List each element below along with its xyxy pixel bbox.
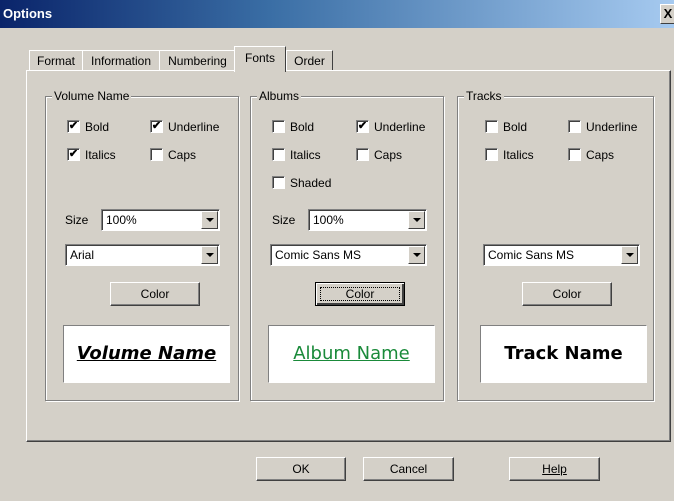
tracks-preview-text: Track Name bbox=[504, 343, 623, 364]
albums-size-select[interactable]: 100% bbox=[308, 209, 427, 231]
volume-preview: Volume Name bbox=[63, 325, 230, 383]
chevron-down-icon[interactable] bbox=[621, 246, 638, 264]
chevron-down-icon[interactable] bbox=[201, 246, 218, 264]
check-icon: ✔ bbox=[356, 120, 369, 133]
help-label: Help bbox=[542, 462, 567, 476]
ok-button[interactable]: OK bbox=[256, 457, 346, 481]
close-icon[interactable]: X bbox=[660, 4, 674, 24]
title-bar: Options X bbox=[0, 0, 674, 28]
check-icon: ✔ bbox=[67, 120, 80, 133]
volume-size-label: Size bbox=[65, 213, 89, 227]
volume-preview-text: Volume Name bbox=[76, 343, 217, 364]
tab-order[interactable]: Order bbox=[286, 50, 333, 71]
tab-numbering[interactable]: Numbering bbox=[159, 50, 236, 71]
chevron-down-icon[interactable] bbox=[408, 211, 425, 229]
window-title: Options bbox=[3, 6, 53, 21]
help-button[interactable]: Help bbox=[509, 457, 600, 481]
volume-font-select[interactable]: Arial bbox=[65, 244, 220, 266]
check-icon: ✔ bbox=[150, 120, 163, 133]
group-title-albums: Albums bbox=[257, 89, 302, 103]
tab-format[interactable]: Format bbox=[29, 50, 83, 71]
tracks-font-select[interactable]: Comic Sans MS bbox=[483, 244, 640, 266]
volume-size-select[interactable]: 100% bbox=[101, 209, 220, 231]
group-title-volume: Volume Name bbox=[52, 89, 132, 103]
chevron-down-icon[interactable] bbox=[408, 246, 425, 264]
albums-size-label: Size bbox=[272, 213, 296, 227]
group-title-tracks: Tracks bbox=[464, 89, 504, 103]
check-icon: ✔ bbox=[67, 148, 80, 161]
albums-preview: Album Name bbox=[268, 325, 435, 383]
volume-color-button[interactable]: Color bbox=[110, 282, 200, 306]
cancel-button[interactable]: Cancel bbox=[363, 457, 454, 481]
tracks-preview: Track Name bbox=[480, 325, 647, 383]
albums-preview-text: Album Name bbox=[293, 343, 410, 364]
albums-font-select[interactable]: Comic Sans MS bbox=[270, 244, 427, 266]
tab-fonts[interactable]: Fonts bbox=[234, 46, 286, 72]
tracks-color-button[interactable]: Color bbox=[522, 282, 612, 306]
chevron-down-icon[interactable] bbox=[201, 211, 218, 229]
albums-color-button[interactable]: Color bbox=[315, 282, 405, 306]
tab-information[interactable]: Information bbox=[82, 50, 160, 71]
